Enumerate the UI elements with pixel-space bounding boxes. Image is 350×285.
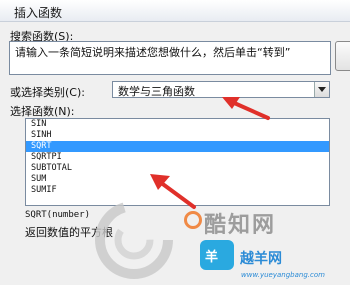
- watermark-swirl-icon: [95, 201, 173, 279]
- arrow-to-category: [222, 97, 270, 120]
- watermark-logo-text: 酷知网: [204, 213, 277, 238]
- watermark-logo-icon: [184, 211, 202, 229]
- watermark-site-name: 越羊网: [240, 251, 282, 267]
- watermark-badge: 羊: [200, 240, 234, 270]
- watermark-url: www.yueyangbang.com: [241, 271, 325, 279]
- watermark-badge-text: 羊: [205, 250, 219, 265]
